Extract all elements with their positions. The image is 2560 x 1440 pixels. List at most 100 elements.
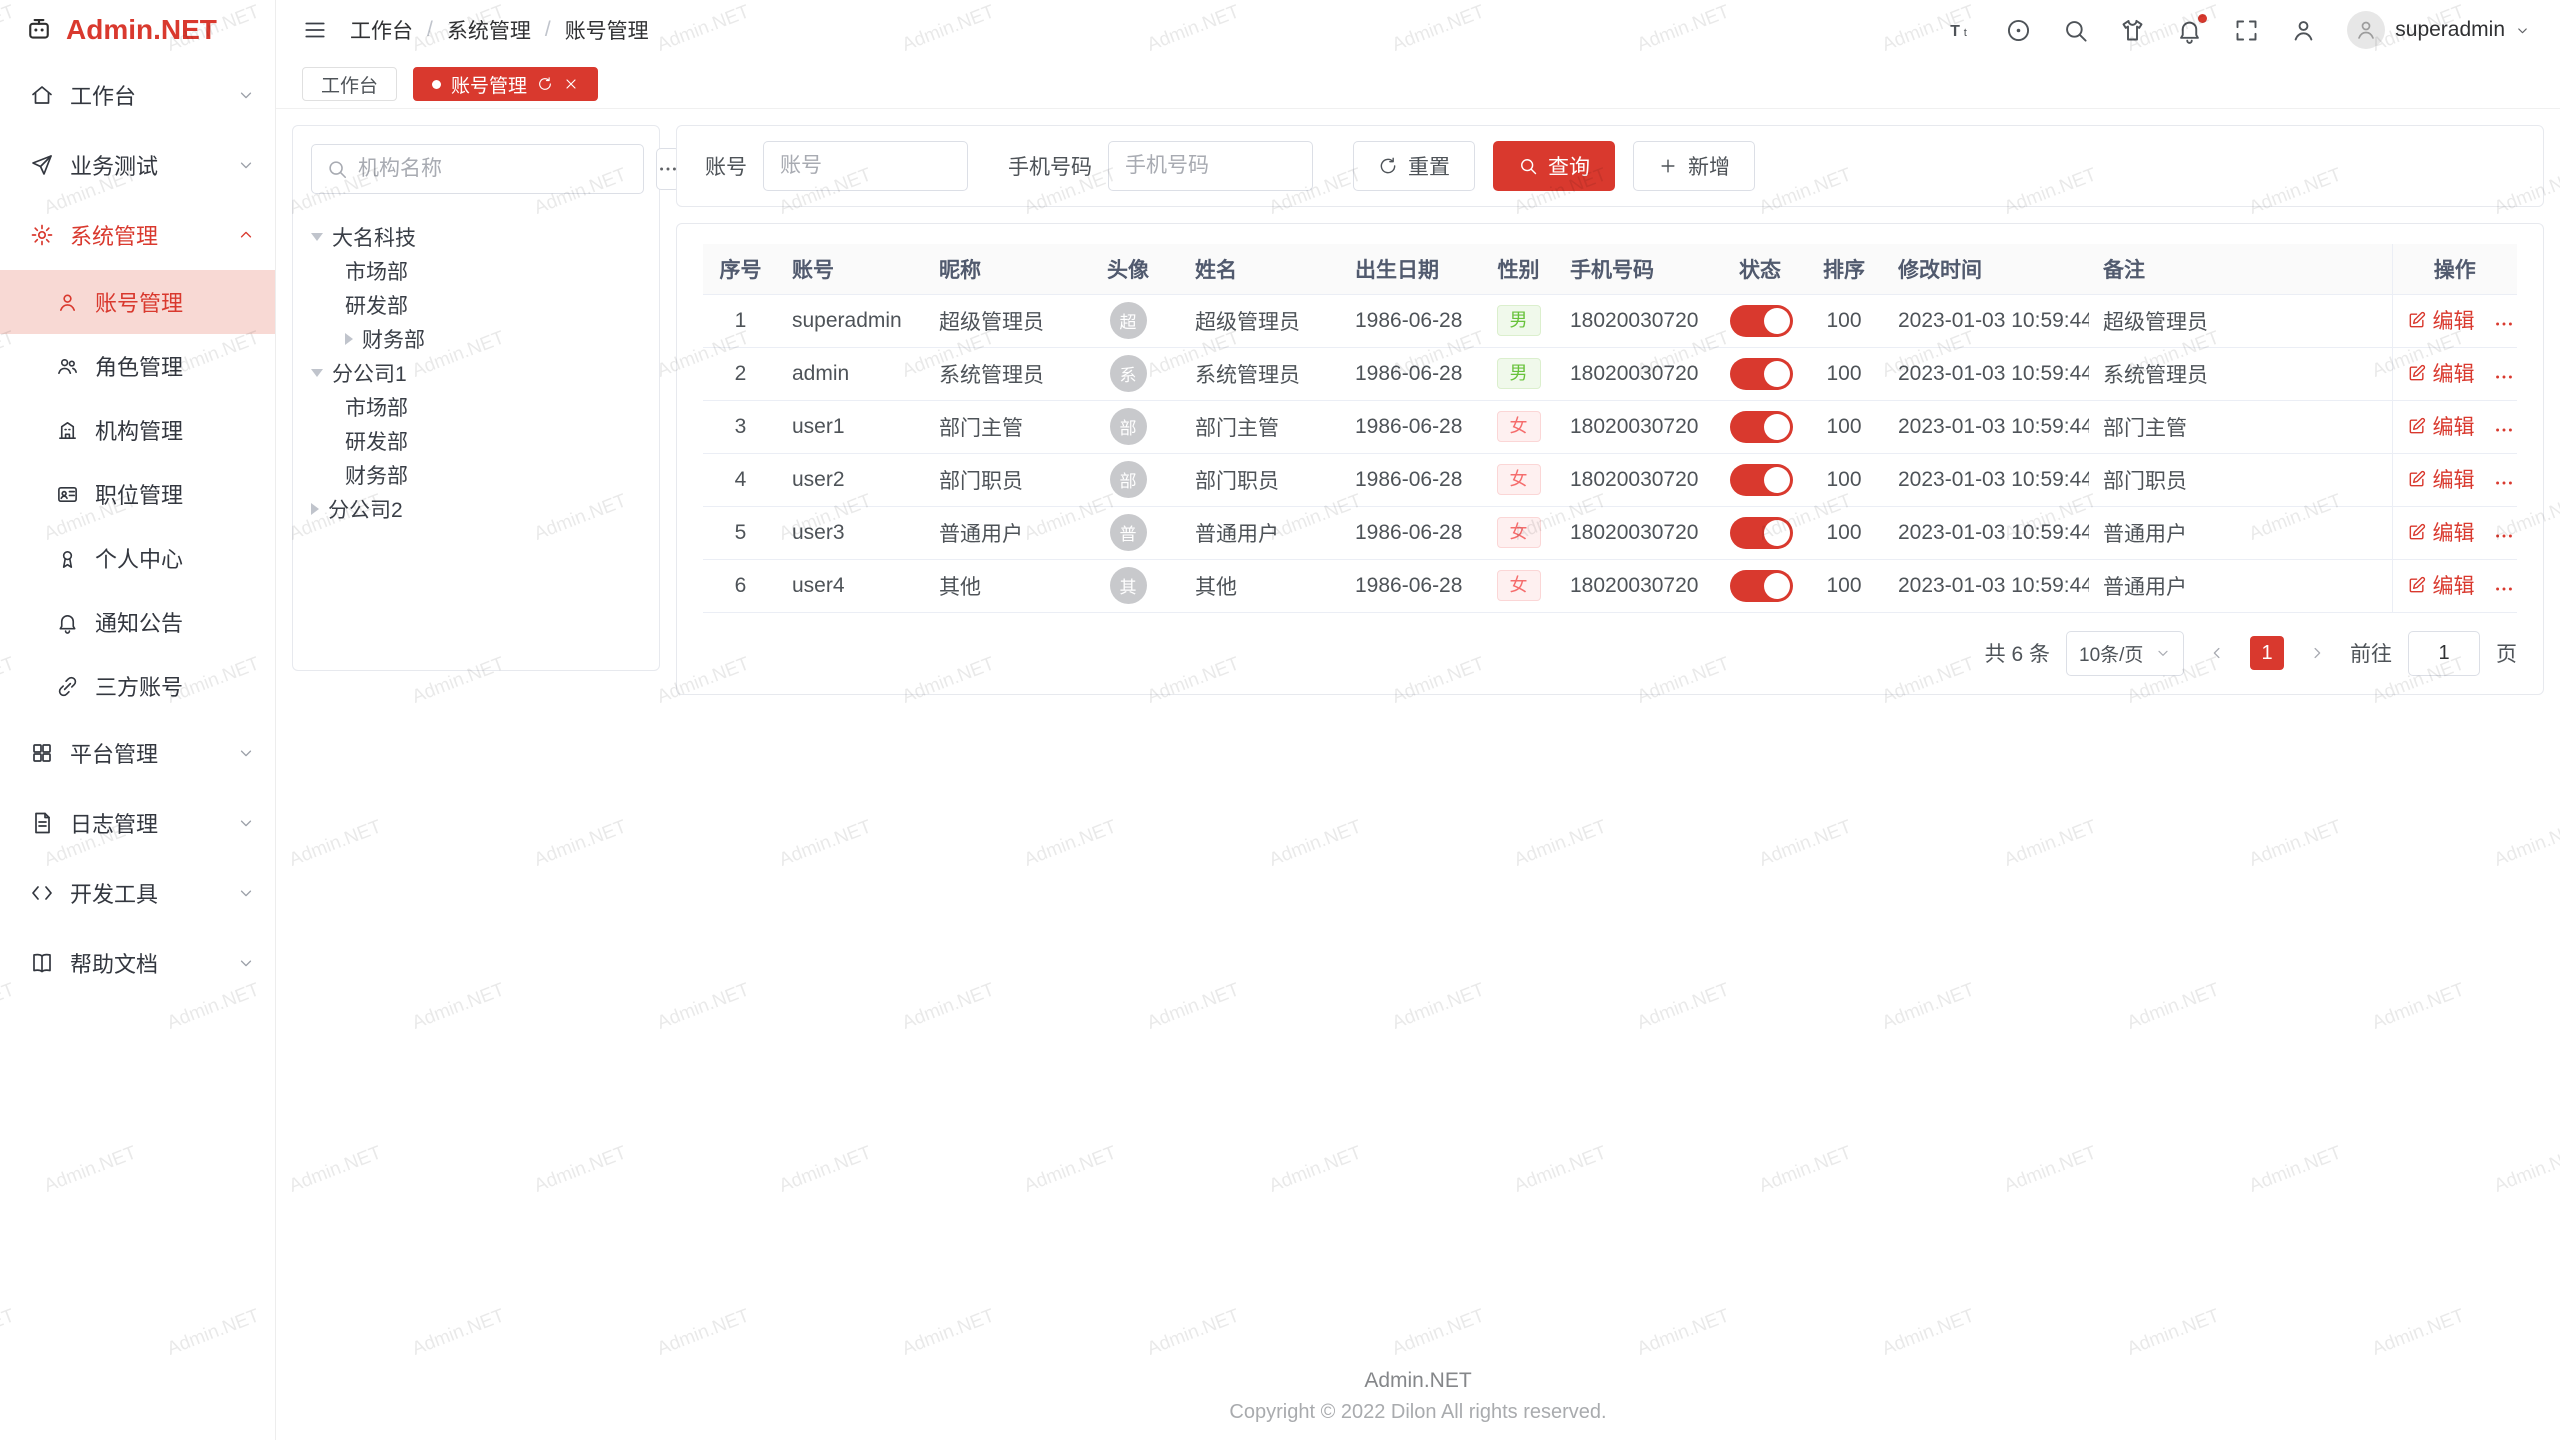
sidebar-item-third-party[interactable]: 三方账号 <box>0 654 275 718</box>
search-button[interactable]: 查询 <box>1493 141 1615 191</box>
font-size-icon[interactable]: Tt <box>1948 17 1975 44</box>
tab-refresh-icon[interactable] <box>537 76 553 92</box>
tree-node[interactable]: 研发部 <box>311 424 641 458</box>
reset-button[interactable]: 重置 <box>1353 141 1475 191</box>
theme-icon[interactable] <box>2119 17 2146 44</box>
user-icon <box>56 291 79 314</box>
edit-icon <box>2407 416 2427 436</box>
more-actions-icon[interactable] <box>2493 313 2515 335</box>
tab-active[interactable]: 账号管理 <box>413 67 598 101</box>
org-search-input[interactable] <box>358 157 629 181</box>
cell-actions: 编辑 <box>2392 453 2517 506</box>
notification-bell-icon[interactable] <box>2176 17 2203 44</box>
sidebar-item-label: 平台管理 <box>70 737 221 769</box>
sidebar-item-biz-test[interactable]: 业务测试 <box>0 130 275 200</box>
user-menu[interactable]: superadmin <box>2347 11 2530 49</box>
status-toggle[interactable] <box>1730 411 1793 443</box>
edit-button[interactable]: 编辑 <box>2407 464 2475 494</box>
tab-close-icon[interactable] <box>563 76 579 92</box>
more-actions-icon[interactable] <box>2493 366 2515 388</box>
sidebar-item-position[interactable]: 职位管理 <box>0 462 275 526</box>
sidebar-item-logs[interactable]: 日志管理 <box>0 788 275 858</box>
sidebar-item-org[interactable]: 机构管理 <box>0 398 275 462</box>
sidebar-item-system[interactable]: 系统管理 <box>0 200 275 270</box>
more-actions-icon[interactable] <box>2493 525 2515 547</box>
page-size-select[interactable]: 10条/页 <box>2066 631 2184 676</box>
status-toggle[interactable] <box>1730 464 1793 496</box>
next-page-button[interactable] <box>2300 636 2334 670</box>
cell-actions: 编辑 <box>2392 559 2517 612</box>
edit-button[interactable]: 编辑 <box>2407 411 2475 441</box>
table-row: 1superadmin超级管理员超超级管理员1986-06-28男1802003… <box>703 294 2517 347</box>
column-header: 账号 <box>778 244 925 294</box>
more-actions-icon[interactable] <box>2493 578 2515 600</box>
sidebar-item-notice[interactable]: 通知公告 <box>0 590 275 654</box>
app-root: Admin.NET 工作台业务测试系统管理账号管理角色管理机构管理职位管理个人中… <box>0 0 2560 1440</box>
logo[interactable]: Admin.NET <box>0 0 275 60</box>
add-button[interactable]: 新增 <box>1633 141 1755 191</box>
sidebar-item-devtools[interactable]: 开发工具 <box>0 858 275 928</box>
cell-modified-time: 2023-01-03 10:59:44 <box>1884 453 2089 506</box>
menu-fold-icon[interactable] <box>302 17 328 43</box>
org-search-box <box>311 144 644 194</box>
more-actions-icon[interactable] <box>2493 472 2515 494</box>
breadcrumb-item[interactable]: 工作台 <box>350 15 413 45</box>
sidebar-item-profile[interactable]: 个人中心 <box>0 526 275 590</box>
table-row: 3user1部门主管部部门主管1986-06-28女18020030720100… <box>703 400 2517 453</box>
phone-label: 手机号码 <box>1008 151 1092 181</box>
tab-item[interactable]: 工作台 <box>302 67 397 101</box>
phone-input[interactable] <box>1108 141 1313 191</box>
cell-phone: 18020030720 <box>1556 559 1716 612</box>
more-actions-icon[interactable] <box>2493 419 2515 441</box>
sidebar-item-workbench[interactable]: 工作台 <box>0 60 275 130</box>
status-toggle[interactable] <box>1730 305 1793 337</box>
cell-name: 超级管理员 <box>1181 294 1341 347</box>
cell-modified-time: 2023-01-03 10:59:44 <box>1884 347 2089 400</box>
goto-page-input[interactable] <box>2408 631 2480 676</box>
edit-button[interactable]: 编辑 <box>2407 358 2475 388</box>
edit-button[interactable]: 编辑 <box>2407 570 2475 600</box>
tree-node[interactable]: 财务部 <box>311 322 641 356</box>
caret-down-icon[interactable] <box>311 233 323 241</box>
status-toggle[interactable] <box>1730 570 1793 602</box>
search-icon[interactable] <box>2062 17 2089 44</box>
page-number-button[interactable]: 1 <box>2250 636 2284 670</box>
tree-node-label: 分公司1 <box>332 358 407 388</box>
status-toggle[interactable] <box>1730 517 1793 549</box>
sidebar-item-label: 帮助文档 <box>70 947 221 979</box>
cell-sort: 100 <box>1804 400 1884 453</box>
sidebar-item-label: 工作台 <box>70 79 221 111</box>
tree-node[interactable]: 分公司2 <box>311 492 641 526</box>
breadcrumb-item[interactable]: 系统管理 <box>447 15 531 45</box>
tree-node[interactable]: 财务部 <box>311 458 641 492</box>
breadcrumb-item[interactable]: 账号管理 <box>565 15 649 45</box>
status-toggle[interactable] <box>1730 358 1793 390</box>
cell-avatar: 普 <box>1075 506 1181 559</box>
sidebar-item-role[interactable]: 角色管理 <box>0 334 275 398</box>
tree-node[interactable]: 市场部 <box>311 254 641 288</box>
cell-index: 3 <box>703 400 778 453</box>
avatar: 超 <box>1110 302 1147 339</box>
locale-icon[interactable] <box>2005 17 2032 44</box>
sidebar-item-platform[interactable]: 平台管理 <box>0 718 275 788</box>
tree-node[interactable]: 研发部 <box>311 288 641 322</box>
sidebar-item-account[interactable]: 账号管理 <box>0 270 275 334</box>
tree-node[interactable]: 大名科技 <box>311 220 641 254</box>
prev-page-button[interactable] <box>2200 636 2234 670</box>
profile-icon[interactable] <box>2290 17 2317 44</box>
column-header: 头像 <box>1075 244 1181 294</box>
caret-right-icon[interactable] <box>345 333 353 345</box>
chevron-down-icon <box>2515 23 2530 38</box>
edit-icon <box>2407 310 2427 330</box>
caret-down-icon[interactable] <box>311 369 323 377</box>
account-input[interactable] <box>763 141 968 191</box>
cell-name: 系统管理员 <box>1181 347 1341 400</box>
caret-right-icon[interactable] <box>311 503 319 515</box>
tree-node[interactable]: 市场部 <box>311 390 641 424</box>
edit-button[interactable]: 编辑 <box>2407 305 2475 335</box>
tree-node[interactable]: 分公司1 <box>311 356 641 390</box>
sidebar-item-help[interactable]: 帮助文档 <box>0 928 275 998</box>
cell-gender: 男 <box>1481 294 1556 347</box>
fullscreen-icon[interactable] <box>2233 17 2260 44</box>
edit-button[interactable]: 编辑 <box>2407 517 2475 547</box>
